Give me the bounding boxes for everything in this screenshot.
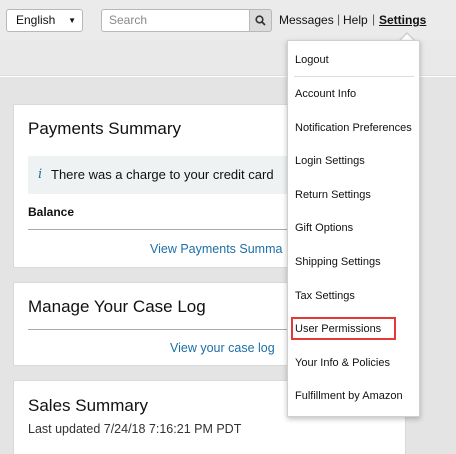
- menu-item-gift-options[interactable]: Gift Options: [295, 222, 353, 234]
- magnifier-icon: [255, 15, 266, 26]
- search-input[interactable]: Search: [101, 9, 249, 32]
- view-case-log-link[interactable]: View your case log: [170, 341, 275, 355]
- card-title: Manage Your Case Log: [28, 297, 206, 316]
- settings-link[interactable]: Settings: [379, 13, 426, 27]
- nav-separator: |: [372, 12, 376, 26]
- view-payments-summary-link[interactable]: View Payments Summa: [150, 242, 282, 256]
- card-title: Sales Summary: [28, 396, 148, 415]
- messages-link[interactable]: Messages: [279, 13, 334, 27]
- menu-item-notification-preferences[interactable]: Notification Preferences: [295, 122, 412, 134]
- menu-item-user-permissions[interactable]: User Permissions: [295, 323, 381, 335]
- nav-separator: |: [337, 12, 341, 26]
- balance-label: Balance: [28, 205, 75, 219]
- menu-item-return-settings[interactable]: Return Settings: [295, 189, 371, 201]
- language-select-value: English: [16, 13, 56, 27]
- language-select[interactable]: English ▼: [6, 9, 83, 32]
- alert-message: There was a charge to your credit card: [51, 167, 274, 182]
- menu-item-your-info-policies[interactable]: Your Info & Policies: [295, 357, 390, 369]
- card-title: Payments Summary: [28, 119, 182, 138]
- last-updated-text: Last updated 7/24/18 7:16:21 PM PDT: [28, 422, 242, 436]
- menu-item-fulfillment-by-amazon[interactable]: Fulfillment by Amazon: [295, 390, 403, 402]
- search-placeholder: Search: [109, 13, 148, 27]
- settings-dropdown-menu: Logout Account Info Notification Prefere…: [287, 40, 420, 417]
- menu-item-shipping-settings[interactable]: Shipping Settings: [295, 256, 381, 268]
- menu-item-login-settings[interactable]: Login Settings: [295, 155, 365, 167]
- menu-item-tax-settings[interactable]: Tax Settings: [295, 290, 355, 302]
- help-link[interactable]: Help: [343, 13, 368, 27]
- search-button[interactable]: [249, 9, 272, 32]
- menu-item-logout[interactable]: Logout: [295, 54, 329, 66]
- menu-item-account-info[interactable]: Account Info: [295, 88, 356, 100]
- info-icon: i: [38, 167, 43, 182]
- caret-down-icon: ▼: [68, 16, 76, 25]
- menu-divider: [294, 76, 414, 77]
